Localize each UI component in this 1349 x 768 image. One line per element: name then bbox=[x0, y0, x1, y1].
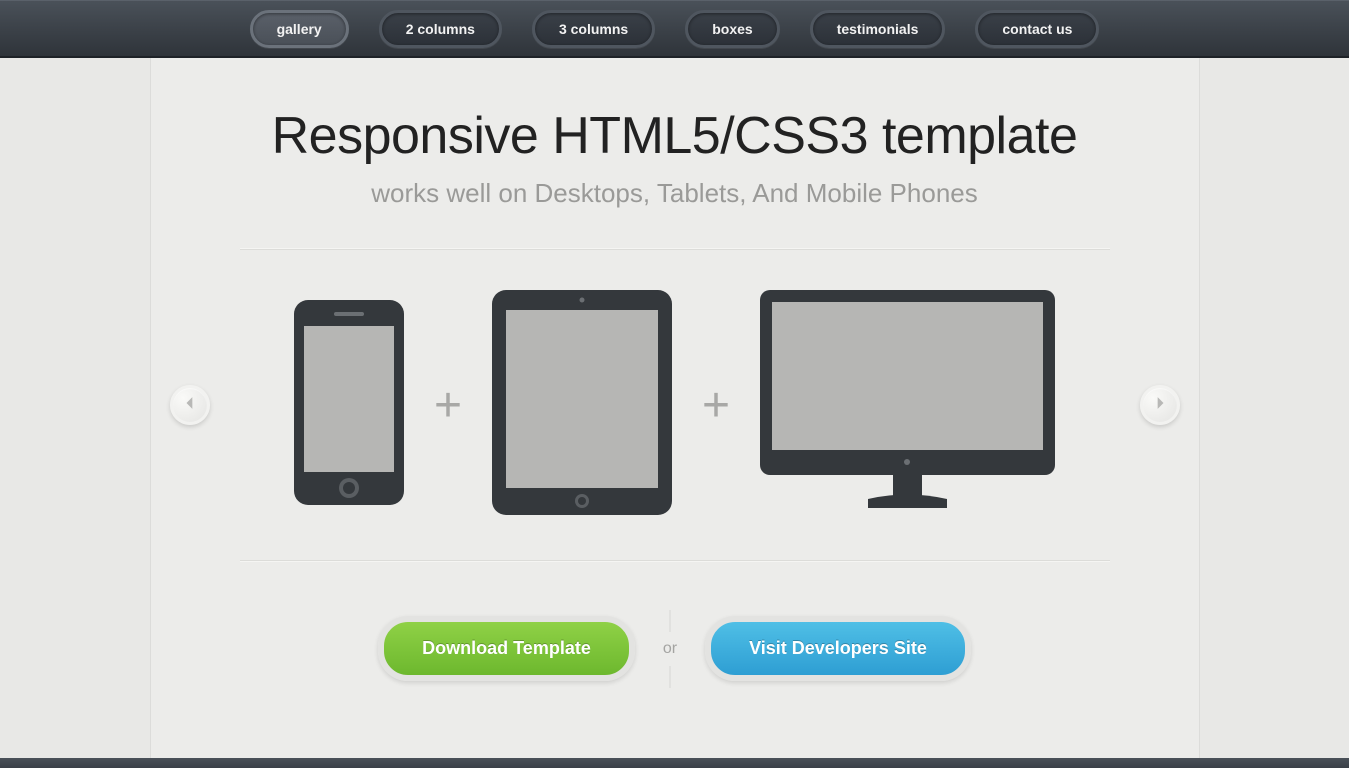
bottom-bar bbox=[0, 758, 1349, 768]
download-template-button[interactable]: Download Template bbox=[378, 616, 635, 681]
cta-row: Download Template or Visit Developers Si… bbox=[151, 616, 1199, 681]
hero-subtitle: works well on Desktops, Tablets, And Mob… bbox=[151, 178, 1199, 209]
tablet-icon bbox=[492, 290, 672, 520]
plus-separator: + bbox=[702, 378, 730, 433]
arrow-left-icon bbox=[183, 396, 197, 415]
device-row: + + bbox=[240, 290, 1110, 520]
nav-3-columns[interactable]: 3 columns bbox=[532, 10, 655, 48]
nav-2-columns[interactable]: 2 columns bbox=[379, 10, 502, 48]
gallery-next-button[interactable] bbox=[1140, 385, 1180, 425]
nav-boxes[interactable]: boxes bbox=[685, 10, 779, 48]
top-nav-bar: gallery 2 columns 3 columns boxes testim… bbox=[0, 0, 1349, 58]
hero-title: Responsive HTML5/CSS3 template bbox=[151, 106, 1199, 166]
main-content: Responsive HTML5/CSS3 template works wel… bbox=[150, 58, 1200, 758]
nav-contact-us[interactable]: contact us bbox=[975, 10, 1099, 48]
plus-separator: + bbox=[434, 378, 462, 433]
nav-gallery[interactable]: gallery bbox=[250, 10, 349, 48]
nav-testimonials[interactable]: testimonials bbox=[810, 10, 946, 48]
cta-or-label: or bbox=[663, 640, 677, 658]
phone-icon bbox=[294, 300, 404, 510]
arrow-right-icon bbox=[1153, 396, 1167, 415]
gallery-area: + + bbox=[240, 249, 1110, 561]
gallery-prev-button[interactable] bbox=[170, 385, 210, 425]
visit-developers-button[interactable]: Visit Developers Site bbox=[705, 616, 971, 681]
monitor-icon bbox=[760, 290, 1055, 520]
